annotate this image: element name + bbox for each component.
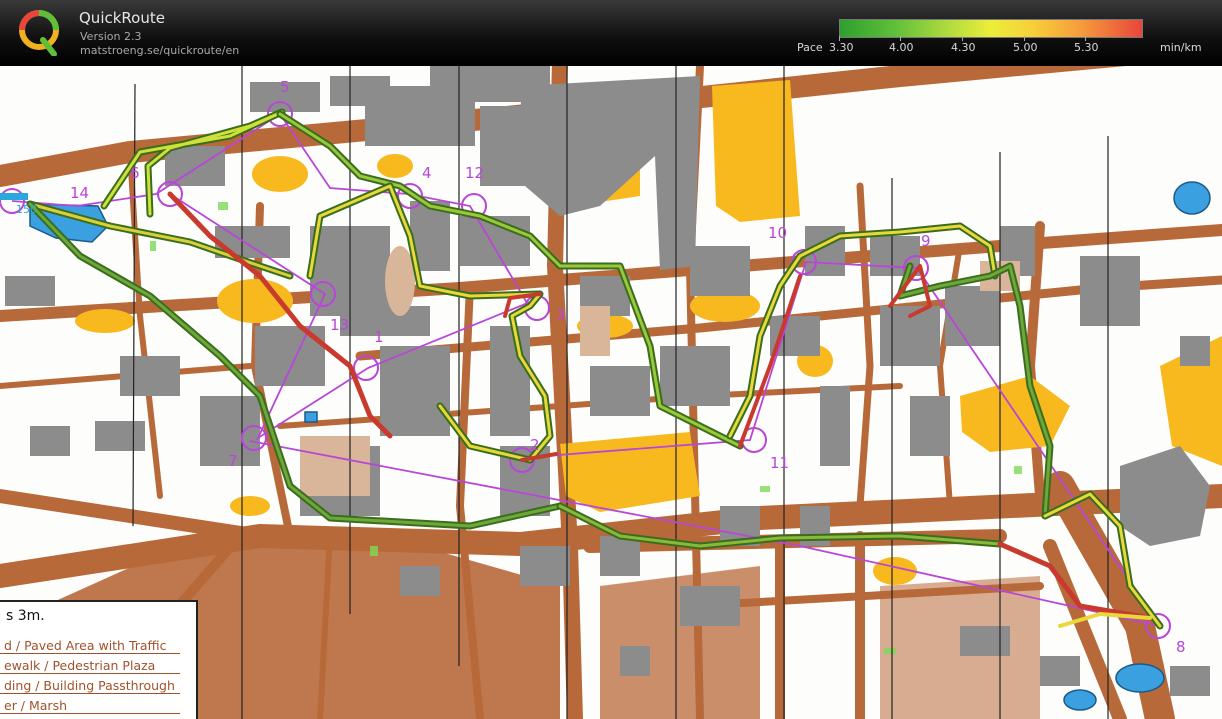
control-number: 1 — [374, 328, 384, 346]
control-number: 2 — [530, 436, 540, 454]
legend-item: er / Marsh — [0, 698, 180, 714]
scale-bar — [0, 193, 28, 200]
app-url: matstroeng.se/quickroute/en — [80, 44, 240, 57]
pace-color-scale — [839, 19, 1143, 38]
control-number: 10 — [768, 224, 788, 242]
app-name: QuickRoute — [79, 9, 165, 27]
scale-label: 150 — [16, 203, 37, 216]
pace-tick-label: 5.30 — [1074, 41, 1099, 54]
control-number: 5 — [280, 78, 290, 96]
control-number: 6 — [130, 164, 140, 182]
pace-unit: min/km — [1160, 41, 1202, 54]
control-number: 4 — [422, 164, 432, 182]
control-number: 9 — [921, 232, 931, 250]
control-number: 14 — [70, 184, 90, 202]
control-number: 12 — [465, 164, 485, 182]
pace-tick-label: 4.00 — [889, 41, 914, 54]
control-number: 11 — [770, 454, 790, 472]
control-number: 8 — [1176, 638, 1186, 656]
legend-title: s 3m. — [6, 608, 45, 624]
pace-label: Pace — [797, 41, 823, 54]
pace-tick-label: 5.00 — [1013, 41, 1038, 54]
app-version: Version 2.3 — [80, 30, 142, 43]
app-header: QuickRoute Version 2.3 matstroeng.se/qui… — [0, 0, 1222, 66]
control-number: 3 — [556, 306, 566, 324]
quickroute-logo-icon — [19, 10, 59, 56]
map-legend: s 3m. d / Paved Area with Traffic ewalk … — [0, 600, 198, 719]
legend-item: d / Paved Area with Traffic — [0, 638, 180, 654]
control-number: 13 — [330, 316, 350, 334]
control-number: 7 — [228, 452, 238, 470]
pace-tick-label: 4.30 — [951, 41, 976, 54]
pace-tick-label: 3.30 — [829, 41, 854, 54]
legend-item: ewalk / Pedestrian Plaza — [0, 658, 180, 674]
legend-item: ding / Building Passthrough — [0, 678, 180, 694]
